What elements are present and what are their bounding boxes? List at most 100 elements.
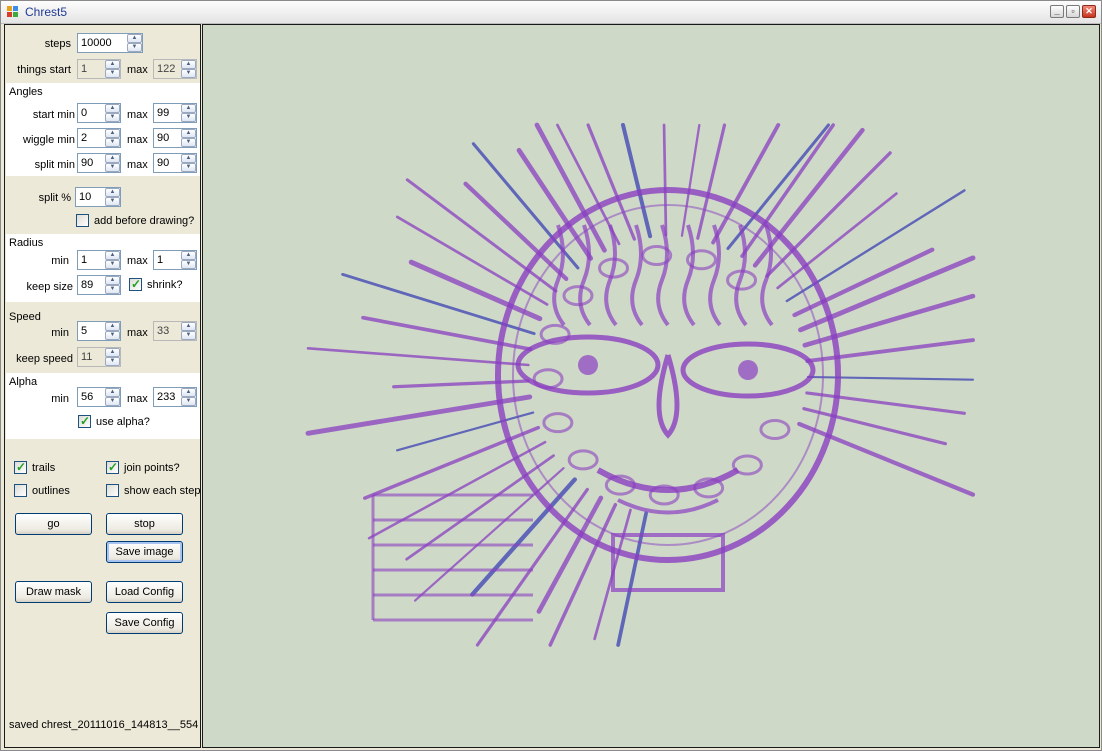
keep-size-spinner[interactable]: ▲ ▼ (105, 276, 120, 294)
spin-down-icon[interactable]: ▼ (105, 163, 120, 172)
alpha-max-spinner[interactable]: ▲ ▼ (181, 388, 196, 406)
spin-down-icon[interactable]: ▼ (181, 113, 196, 122)
spin-down-icon[interactable]: ▼ (181, 331, 196, 340)
speed-min-spinner[interactable]: ▲ ▼ (105, 322, 120, 340)
spin-down-icon[interactable]: ▼ (105, 285, 120, 294)
trails-checkbox[interactable]: ✓ (14, 460, 27, 474)
things-max-input[interactable]: 122 ▲ ▼ (153, 59, 197, 79)
shrink-label: shrink? (147, 279, 183, 291)
angle-split-max-spinner[interactable]: ▲ ▼ (181, 154, 196, 172)
title-bar[interactable]: Chrest5 _ ▫ ✕ (1, 1, 1101, 24)
radius-min-input[interactable]: 1 ▲ ▼ (77, 250, 121, 270)
angle-start-min-spinner[interactable]: ▲ ▼ (105, 104, 120, 122)
radius-min-spinner[interactable]: ▲ ▼ (105, 251, 120, 269)
radius-max-value: 1 (157, 254, 164, 266)
spin-down-icon[interactable]: ▼ (105, 357, 120, 366)
spin-up-icon[interactable]: ▲ (181, 322, 196, 331)
spin-down-icon[interactable]: ▼ (105, 197, 120, 206)
load-config-button[interactable]: Load Config (106, 581, 183, 603)
speed-max-spinner[interactable]: ▲ ▼ (181, 322, 196, 340)
add-before-drawing-checkbox[interactable] (76, 214, 89, 227)
split-percent-spinner[interactable]: ▲ ▼ (105, 188, 120, 206)
angle-start-max-spinner[interactable]: ▲ ▼ (181, 104, 196, 122)
drawing-canvas[interactable] (202, 24, 1100, 748)
app-icon (7, 6, 20, 18)
angle-wiggle-min-input[interactable]: 2 ▲ ▼ (77, 128, 121, 148)
stop-button[interactable]: stop (106, 513, 183, 535)
angle-wiggle-max-input[interactable]: 90 ▲ ▼ (153, 128, 197, 148)
maximize-button[interactable]: ▫ (1066, 5, 1080, 18)
spin-down-icon[interactable]: ▼ (105, 260, 120, 269)
spin-up-icon[interactable]: ▲ (105, 129, 120, 138)
save-image-button[interactable]: Save image (106, 541, 183, 563)
split-percent-input[interactable]: 10 ▲ ▼ (75, 187, 121, 207)
close-button[interactable]: ✕ (1082, 5, 1096, 18)
things-start-input[interactable]: 1 ▲ ▼ (77, 59, 121, 79)
spin-down-icon[interactable]: ▼ (181, 163, 196, 172)
spin-down-icon[interactable]: ▼ (105, 397, 120, 406)
alpha-min-input[interactable]: 56 ▲ ▼ (77, 387, 121, 407)
spin-down-icon[interactable]: ▼ (105, 138, 120, 147)
spin-down-icon[interactable]: ▼ (105, 69, 120, 78)
spin-down-icon[interactable]: ▼ (181, 69, 196, 78)
keep-size-input[interactable]: 89 ▲ ▼ (77, 275, 121, 295)
spin-up-icon[interactable]: ▲ (105, 154, 120, 163)
spin-up-icon[interactable]: ▲ (105, 348, 120, 357)
shrink-checkbox[interactable]: ✓ (129, 277, 142, 291)
angle-split-max-input[interactable]: 90 ▲ ▼ (153, 153, 197, 173)
alpha-max-input[interactable]: 233 ▲ ▼ (153, 387, 197, 407)
angle-start-max-input[interactable]: 99 ▲ ▼ (153, 103, 197, 123)
angle-split-max-label: max (127, 159, 148, 171)
angle-wiggle-min-spinner[interactable]: ▲ ▼ (105, 129, 120, 147)
spin-up-icon[interactable]: ▲ (105, 322, 120, 331)
angle-split-min-input[interactable]: 90 ▲ ▼ (77, 153, 121, 173)
spin-up-icon[interactable]: ▲ (105, 276, 120, 285)
spin-down-icon[interactable]: ▼ (181, 260, 196, 269)
radius-min-label: min (51, 255, 69, 267)
use-alpha-checkbox[interactable]: ✓ (78, 414, 91, 428)
spin-up-icon[interactable]: ▲ (181, 154, 196, 163)
angle-wiggle-max-spinner[interactable]: ▲ ▼ (181, 129, 196, 147)
radius-max-spinner[interactable]: ▲ ▼ (181, 251, 196, 269)
spin-down-icon[interactable]: ▼ (127, 43, 142, 52)
steps-input[interactable]: 10000 ▲ ▼ (77, 33, 143, 53)
radius-max-input[interactable]: 1 ▲ ▼ (153, 250, 197, 270)
join-points-checkbox[interactable]: ✓ (106, 460, 119, 474)
things-max-spinner[interactable]: ▲ ▼ (181, 60, 196, 78)
angle-start-min-input[interactable]: 0 ▲ ▼ (77, 103, 121, 123)
spin-up-icon[interactable]: ▲ (181, 251, 196, 260)
spin-down-icon[interactable]: ▼ (105, 331, 120, 340)
spin-up-icon[interactable]: ▲ (105, 104, 120, 113)
draw-mask-button[interactable]: Draw mask (15, 581, 92, 603)
save-config-button[interactable]: Save Config (106, 612, 183, 634)
outlines-checkbox[interactable] (14, 484, 27, 497)
spin-down-icon[interactable]: ▼ (181, 397, 196, 406)
speed-section-title: Speed (9, 311, 41, 323)
speed-max-input[interactable]: 33 ▲ ▼ (153, 321, 197, 341)
spin-up-icon[interactable]: ▲ (105, 60, 120, 69)
spin-up-icon[interactable]: ▲ (105, 188, 120, 197)
spin-up-icon[interactable]: ▲ (181, 104, 196, 113)
spin-up-icon[interactable]: ▲ (127, 34, 142, 43)
show-each-step-checkbox[interactable] (106, 484, 119, 497)
go-button[interactable]: go (15, 513, 92, 535)
minimize-button[interactable]: _ (1050, 5, 1064, 18)
keep-speed-spinner[interactable]: ▲ ▼ (105, 348, 120, 366)
spin-down-icon[interactable]: ▼ (105, 113, 120, 122)
spin-up-icon[interactable]: ▲ (181, 129, 196, 138)
outlines-label: outlines (32, 485, 70, 497)
things-start-spinner[interactable]: ▲ ▼ (105, 60, 120, 78)
spin-up-icon[interactable]: ▲ (181, 60, 196, 69)
split-percent-value: 10 (79, 191, 92, 203)
spin-up-icon[interactable]: ▲ (181, 388, 196, 397)
speed-min-input[interactable]: 5 ▲ ▼ (77, 321, 121, 341)
angle-split-max-value: 90 (157, 157, 170, 169)
keep-speed-input[interactable]: 11 ▲ ▼ (77, 347, 121, 367)
angle-split-min-spinner[interactable]: ▲ ▼ (105, 154, 120, 172)
spin-down-icon[interactable]: ▼ (181, 138, 196, 147)
things-start-label: things start (17, 64, 71, 76)
spin-up-icon[interactable]: ▲ (105, 251, 120, 260)
spin-up-icon[interactable]: ▲ (105, 388, 120, 397)
steps-spinner[interactable]: ▲ ▼ (127, 34, 142, 52)
alpha-min-spinner[interactable]: ▲ ▼ (105, 388, 120, 406)
